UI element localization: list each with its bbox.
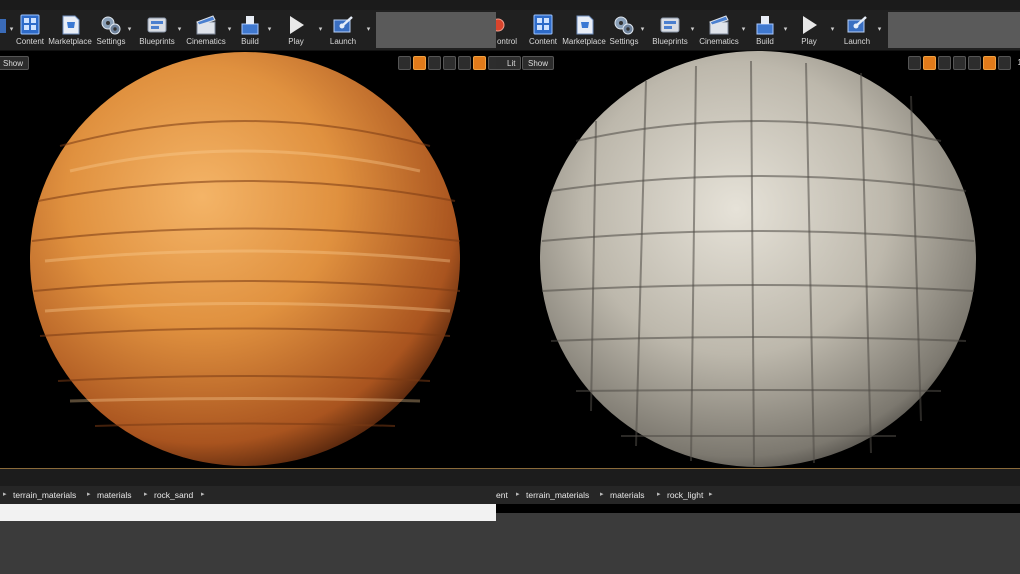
toolbar-label: Play xyxy=(801,37,817,46)
material-preview-sphere xyxy=(540,51,976,467)
toolbar-label: Blueprints xyxy=(652,37,688,46)
toolbar-play-button[interactable]: Play xyxy=(281,10,311,50)
launch-dropdown-arrow[interactable]: ▾ xyxy=(876,25,883,35)
content-browser-icon xyxy=(533,14,553,35)
breadcrumb-item-partial[interactable]: ent xyxy=(496,486,508,504)
marketplace-icon xyxy=(576,15,594,35)
breadcrumb-arrow-icon: ▸ xyxy=(709,491,713,498)
breadcrumb-item-current[interactable]: rock_sand xyxy=(154,486,193,504)
breadcrumb-arrow-icon: ▸ xyxy=(600,491,604,498)
settings-gears-icon xyxy=(101,16,121,35)
toolbar-launch-button[interactable]: Launch xyxy=(839,10,875,50)
toolbar-dropdown-arrow[interactable]: ▾ xyxy=(8,25,15,35)
toolbar-cutoff-item[interactable] xyxy=(0,10,8,50)
settings-dropdown-arrow[interactable]: ▾ xyxy=(639,25,646,35)
toolbar-label: Content xyxy=(528,37,558,46)
separator-band xyxy=(496,469,1020,486)
title-strip xyxy=(496,0,1020,10)
toolbar-label: Marketplace xyxy=(562,37,606,46)
breadcrumb-arrow-icon: ▸ xyxy=(516,491,520,498)
toolbar-launch-button[interactable]: Launch xyxy=(326,10,360,50)
toolbar-empty-area xyxy=(376,12,496,48)
toolbar-marketplace-button[interactable]: Marketplace xyxy=(48,10,92,50)
breadcrumb-arrow-icon: ▸ xyxy=(144,491,148,498)
launch-icon xyxy=(333,16,353,33)
settings-gears-icon xyxy=(614,16,634,35)
separator-band xyxy=(0,469,496,486)
build-icon xyxy=(756,16,774,35)
toolbar-cinematics-button[interactable]: Cinematics xyxy=(186,10,226,50)
toolbar-label: Cinematics xyxy=(186,37,226,46)
cinematics-clapper-icon xyxy=(196,15,216,35)
breadcrumb-item-materials[interactable]: materials xyxy=(610,486,644,504)
toolbar-content-button[interactable]: Content xyxy=(16,10,44,50)
main-toolbar: ▾ Content Marketplace Settings ▾ Bluepri… xyxy=(0,10,496,51)
toolbar-content-button[interactable]: Content xyxy=(528,10,558,50)
toolbar-label: Launch xyxy=(329,37,357,46)
breadcrumb-arrow-icon: ▸ xyxy=(657,491,661,498)
cinematics-dropdown-arrow[interactable]: ▾ xyxy=(226,25,233,35)
toolbar-empty-area xyxy=(888,12,1020,48)
rock-light-sphere xyxy=(540,51,976,467)
toolbar-build-button[interactable]: Build xyxy=(750,10,780,50)
toolbar-label: Settings xyxy=(609,37,639,46)
toolbar-label: ontrol xyxy=(496,37,517,46)
breadcrumb-item-current[interactable]: rock_light xyxy=(667,486,703,504)
build-dropdown-arrow[interactable]: ▾ xyxy=(782,25,789,35)
breadcrumb-item-terrain-materials[interactable]: terrain_materials xyxy=(526,486,589,504)
build-dropdown-arrow[interactable]: ▾ xyxy=(266,25,273,35)
settings-dropdown-arrow[interactable]: ▾ xyxy=(126,25,133,35)
breadcrumb: ▸ terrain_materials ▸ materials ▸ rock_s… xyxy=(0,486,496,504)
viewport-panel-left: ▾ Content Marketplace Settings ▾ Bluepri… xyxy=(0,0,496,513)
toolbar-label: Cinematics xyxy=(699,37,739,46)
play-dropdown-arrow[interactable]: ▾ xyxy=(317,25,324,35)
toolbar-label: Blueprints xyxy=(139,37,175,46)
breadcrumb-arrow-icon: ▸ xyxy=(87,491,91,498)
toolbar-settings-button[interactable]: Settings xyxy=(608,10,640,50)
cinematics-dropdown-arrow[interactable]: ▾ xyxy=(740,25,747,35)
toolbar-cinematics-button[interactable]: Cinematics xyxy=(698,10,740,50)
breadcrumb: ent ▸ terrain_materials ▸ materials ▸ ro… xyxy=(496,486,1020,504)
rock-sand-sphere xyxy=(30,52,461,466)
main-toolbar: ontrol Content Marketplace Settings ▾ Bl… xyxy=(496,10,1020,51)
blueprints-dropdown-arrow[interactable]: ▾ xyxy=(689,25,696,35)
material-preview-sphere xyxy=(30,52,461,466)
breadcrumb-item-materials[interactable]: materials xyxy=(97,486,131,504)
toolbar-label: Content xyxy=(16,37,45,46)
play-icon xyxy=(290,16,304,34)
toolbar-marketplace-button[interactable]: Marketplace xyxy=(562,10,606,50)
content-browser-icon xyxy=(20,14,40,35)
breadcrumb-item-terrain-materials[interactable]: terrain_materials xyxy=(13,486,76,504)
toolbar-settings-button[interactable]: Settings xyxy=(95,10,127,50)
cinematics-clapper-icon xyxy=(709,15,729,35)
toolbar-blueprints-button[interactable]: Blueprints xyxy=(138,10,176,50)
toolbar-label: Settings xyxy=(96,37,126,46)
marketplace-icon xyxy=(62,15,80,35)
title-strip xyxy=(0,0,496,10)
toolbar-play-button[interactable]: Play xyxy=(794,10,824,50)
breadcrumb-arrow-icon: ▸ xyxy=(3,491,7,498)
blueprints-icon xyxy=(147,17,167,33)
left-panel-bottom-strip xyxy=(0,504,496,521)
toolbar-label: Build xyxy=(241,37,259,46)
toolbar-label: Build xyxy=(756,37,774,46)
build-icon xyxy=(241,16,259,35)
toolbar-label: Launch xyxy=(843,37,871,46)
toolbar-label: Play xyxy=(288,37,304,46)
toolbar-source-control-button[interactable]: ontrol xyxy=(496,10,524,50)
breadcrumb-arrow-icon: ▸ xyxy=(201,491,205,498)
play-dropdown-arrow[interactable]: ▾ xyxy=(829,25,836,35)
viewport-panel-right: ontrol Content Marketplace Settings ▾ Bl… xyxy=(496,0,1020,513)
toolbar-label: Marketplace xyxy=(48,37,92,46)
play-icon xyxy=(803,16,817,34)
blueprints-dropdown-arrow[interactable]: ▾ xyxy=(176,25,183,35)
launch-icon xyxy=(847,16,867,33)
blueprints-icon xyxy=(660,17,680,33)
toolbar-blueprints-button[interactable]: Blueprints xyxy=(650,10,690,50)
launch-dropdown-arrow[interactable]: ▾ xyxy=(365,25,372,35)
source-control-icon xyxy=(496,18,505,32)
toolbar-build-button[interactable]: Build xyxy=(236,10,264,50)
